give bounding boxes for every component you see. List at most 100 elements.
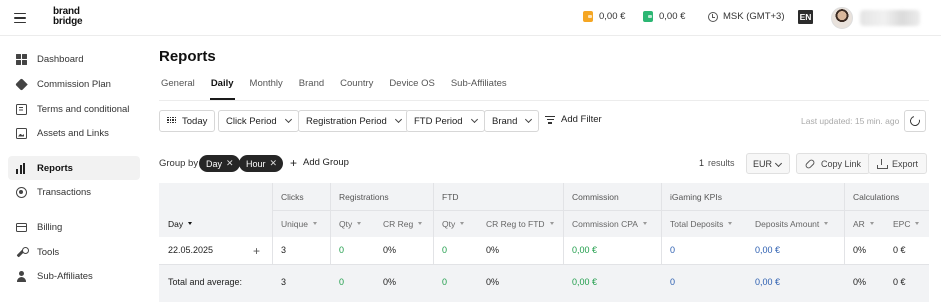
export-button[interactable]: Export (868, 153, 928, 174)
tab-general[interactable]: General (161, 78, 195, 100)
timezone-label: MSK (GMT+3) (723, 11, 785, 22)
column-header-unique[interactable]: Unique (272, 210, 317, 237)
column-label: Commission CPA (572, 218, 638, 229)
column-label: AR (853, 218, 865, 229)
close-icon[interactable]: ✕ (270, 158, 278, 169)
sidebar-item-dashboard[interactable]: Dashboard (8, 47, 140, 71)
tab-sub-affiliates[interactable]: Sub-Affiliates (451, 78, 507, 100)
refresh-button[interactable] (904, 110, 926, 132)
column-label: Total Deposits (670, 218, 724, 229)
currency-select[interactable]: EUR (746, 153, 790, 174)
total-deposits-amount: 0,00 € (755, 277, 781, 287)
tab-device-os[interactable]: Device OS (389, 78, 434, 100)
column-header-commission-cpa[interactable]: Commission CPA (563, 210, 647, 237)
logo-line-2: bridge (53, 16, 83, 27)
sidebar-item-sub-affiliates[interactable]: Sub-Affiliates (8, 264, 140, 288)
add-group-button[interactable]: + Add Group (290, 155, 349, 170)
total-commission-cpa: 0,00 € (572, 277, 598, 287)
add-filter-button[interactable]: Add Filter (545, 114, 602, 125)
column-label: CR Reg (383, 218, 414, 229)
today-button[interactable]: Today (159, 110, 216, 132)
cell-unique: 3 (281, 245, 287, 255)
group-header-calculations: Calculations (853, 191, 900, 202)
cell-reg-qty: 0 (339, 245, 345, 255)
cell-deposits-amount: 0,00 € (755, 245, 781, 255)
add-group-label: Add Group (303, 157, 349, 168)
column-header-day[interactable]: Day (159, 210, 193, 237)
user-icon (16, 270, 27, 282)
wrench-icon (16, 246, 29, 258)
registration-period-dropdown[interactable]: Registration Period (298, 110, 409, 132)
transactions-icon (16, 186, 27, 198)
balance-wallet[interactable]: 0,00 € (583, 11, 625, 22)
group-header-commission: Commission (572, 191, 619, 202)
close-icon[interactable]: ✕ (226, 158, 234, 169)
sidebar-item-commission-plan[interactable]: Commission Plan (8, 72, 140, 96)
column-header-epc[interactable]: EPC (884, 210, 920, 237)
group-chip-hour[interactable]: Hour ✕ (239, 155, 284, 172)
report-tabs: General Daily Monthly Brand Country Devi… (161, 78, 523, 100)
ftd-period-label: FTD Period (414, 115, 463, 127)
dashboard-icon (16, 53, 27, 65)
expand-row-button[interactable]: + (253, 245, 260, 257)
brand-dropdown[interactable]: Brand (484, 110, 540, 132)
column-header-deposits-amount[interactable]: Deposits Amount (746, 210, 829, 237)
balance-wallet-secondary[interactable]: 0,00 € (643, 11, 685, 22)
column-header-reg-qty[interactable]: Qty (330, 210, 362, 237)
registration-period-label: Registration Period (306, 115, 387, 127)
sidebar-item-assets-links[interactable]: Assets and Links (8, 121, 140, 145)
sidebar-item-label: Commission Plan (37, 78, 111, 90)
balance-value: 0,00 € (599, 11, 626, 22)
sort-icon (915, 222, 920, 225)
timezone-selector[interactable]: MSK (GMT+3) (708, 11, 785, 22)
sidebar-item-tools[interactable]: Tools (8, 240, 140, 264)
sidebar-item-billing[interactable]: Billing (8, 215, 140, 239)
tab-country[interactable]: Country (340, 78, 373, 100)
table-total-row: Total and average: 3 0 0% 0 0% 0,00 € 0 … (159, 265, 929, 302)
language-selector[interactable]: EN (798, 10, 813, 24)
table-row[interactable]: 22.05.2025 + 3 0 0% 0 0% 0,00 € 0 0,00 €… (159, 237, 929, 264)
tab-brand[interactable]: Brand (299, 78, 324, 100)
total-unique: 3 (281, 277, 287, 287)
total-reg-qty: 0 (339, 277, 345, 287)
column-label: Qty (339, 218, 353, 229)
column-header-ar[interactable]: AR (844, 210, 874, 237)
logo[interactable]: brand bridge (53, 7, 83, 27)
today-label: Today (182, 115, 208, 127)
copy-link-button[interactable]: Copy Link (796, 153, 871, 174)
sort-icon (357, 222, 362, 225)
cell-ftd-qty: 0 (442, 245, 448, 255)
sidebar-item-label: Billing (37, 221, 63, 233)
menu-icon[interactable] (14, 13, 26, 23)
column-label: Qty (442, 218, 456, 229)
document-icon (16, 103, 27, 115)
column-header-cr-reg[interactable]: CR Reg (374, 210, 423, 237)
tab-monthly[interactable]: Monthly (250, 78, 283, 100)
sidebar-item-transactions[interactable]: Transactions (8, 180, 140, 204)
click-period-label: Click Period (226, 115, 277, 127)
total-cr-reg: 0% (383, 277, 397, 287)
credit-card-icon (16, 223, 27, 232)
chip-label: Day (206, 158, 223, 169)
username-redacted[interactable] (860, 10, 920, 26)
group-chip-day[interactable]: Day ✕ (199, 155, 240, 172)
ftd-period-dropdown[interactable]: FTD Period (406, 110, 485, 132)
download-icon (877, 158, 888, 169)
group-header-igaming-kpis: iGaming KPIs (670, 191, 722, 202)
column-label: CR Reg to FTD (486, 218, 545, 229)
chevron-down-icon (470, 115, 478, 124)
column-header-total-deposits[interactable]: Total Deposits (661, 210, 733, 237)
sidebar-item-reports[interactable]: Reports (8, 156, 140, 180)
sidebar-item-terms[interactable]: Terms and conditional (8, 97, 140, 121)
total-ftd-qty: 0 (442, 277, 448, 287)
plus-icon: + (290, 155, 298, 170)
avatar[interactable] (831, 7, 853, 29)
results-label: results (708, 158, 735, 168)
currency-value: EUR (753, 158, 773, 169)
cell-day: 22.05.2025 (168, 245, 214, 255)
top-bar: brand bridge 0,00 € 0,00 € MSK (GMT+3) E… (0, 0, 941, 36)
column-header-ftd-qty[interactable]: Qty (433, 210, 465, 237)
tab-daily[interactable]: Daily (209, 78, 235, 100)
column-header-cr-reg-to-ftd[interactable]: CR Reg to FTD (477, 210, 554, 237)
click-period-dropdown[interactable]: Click Period (218, 110, 299, 132)
